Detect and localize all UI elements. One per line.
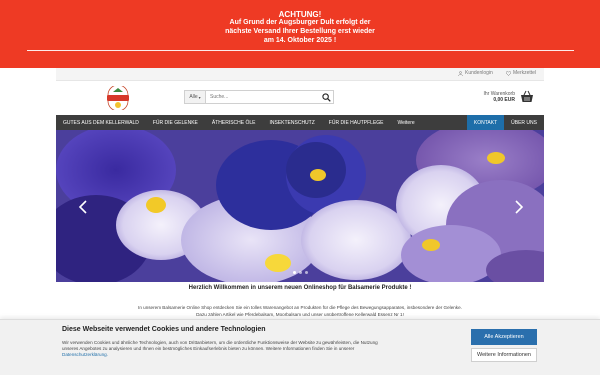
hero-slider — [56, 130, 544, 282]
cart-widget[interactable]: Ihr Warenkorb 0,00 EUR — [470, 90, 534, 106]
privacy-policy-link[interactable]: Datenschutzerklärung. — [62, 352, 108, 357]
cookie-text: Wir verwenden Cookies und ähnliche Techn… — [62, 340, 378, 351]
nav-item-kontakt[interactable]: KONTAKT — [466, 115, 505, 130]
search-bar: Alle ▾ — [184, 90, 334, 104]
shop-logo[interactable] — [104, 84, 132, 112]
nav-item-gelenke[interactable]: FÜR DIE GELENKE — [146, 115, 205, 130]
alert-line-3: am 14. Oktober 2025 ! — [263, 37, 337, 44]
page: ACHTUNG! Auf Grund der Augsburger Dult e… — [0, 0, 600, 375]
welcome-heading: Herzlich Willkommen in unserem neuen Onl… — [188, 285, 412, 291]
slider-dots — [56, 271, 544, 274]
slider-dot[interactable] — [304, 271, 308, 274]
cart-amount: 0,00 EUR — [493, 97, 515, 103]
cookie-text-block: Wir verwenden Cookies und ähnliche Techn… — [62, 340, 392, 358]
nav-item-aetherische-oele[interactable]: ÄTHERISCHE ÖLE — [205, 115, 263, 130]
shipping-alert-banner: ACHTUNG! Auf Grund der Augsburger Dult e… — [0, 0, 600, 68]
shopping-basket-icon — [521, 90, 533, 102]
search-button[interactable] — [319, 91, 333, 103]
search-category-select[interactable]: Alle ▾ — [185, 91, 206, 103]
account-label: Kundenlogin — [465, 70, 493, 76]
cookie-title: Diese Webseite verwendet Cookies und and… — [62, 326, 266, 333]
welcome-intro-line-1: In unserem Balsamerie Online Shop entdec… — [138, 305, 462, 310]
search-icon — [321, 92, 331, 102]
nav-item-ueber-uns[interactable]: ÜBER UNS — [504, 115, 544, 130]
wishlist-link[interactable]: Merkzettel — [506, 70, 536, 76]
slider-next-arrow-icon[interactable] — [514, 200, 524, 214]
pansy-flowers-image — [56, 130, 544, 282]
balsamerie-logo-graphic — [107, 84, 129, 112]
alert-divider — [27, 50, 574, 51]
heart-icon — [506, 70, 511, 76]
alert-line-1: Auf Grund der Augsburger Dult erfolgt de… — [229, 19, 371, 26]
wishlist-label: Merkzettel — [513, 70, 537, 76]
cookie-consent-banner: Diese Webseite verwendet Cookies und and… — [0, 319, 600, 375]
user-icon — [458, 70, 463, 76]
nav-item-insektenschutz[interactable]: INSEKTENSCHUTZ — [263, 115, 322, 130]
nav-item-hautpflege[interactable]: FÜR DIE HAUTPFLEGE — [322, 115, 391, 130]
nav-item-weitere[interactable]: Weitere — [391, 115, 422, 130]
alert-line-2: nächste Versand Ihrer Bestellung erst wi… — [225, 28, 375, 35]
top-utility-bar: Kundenlogin Merkzettel — [56, 68, 544, 81]
chevron-down-icon: ▾ — [198, 94, 201, 100]
welcome-intro-line-2: Dazu zählen Artikel wie Pferdebalsam, Mo… — [196, 312, 404, 317]
nav-item-kellerwald[interactable]: GUTES AUS DEM KELLERWALD — [56, 115, 146, 130]
alert-title: ACHTUNG! — [278, 10, 322, 19]
more-information-button[interactable]: Weitere Informationen — [471, 348, 537, 362]
account-link[interactable]: Kundenlogin — [458, 70, 493, 76]
search-input[interactable] — [206, 91, 319, 103]
accept-all-button[interactable]: Alle Akzeptieren — [471, 329, 537, 345]
slider-dot[interactable] — [292, 271, 296, 274]
main-navigation: GUTES AUS DEM KELLERWALD FÜR DIE GELENKE… — [56, 115, 544, 130]
slider-dot[interactable] — [298, 271, 302, 274]
search-category-label: Alle — [189, 94, 198, 100]
slider-prev-arrow-icon[interactable] — [78, 200, 88, 214]
